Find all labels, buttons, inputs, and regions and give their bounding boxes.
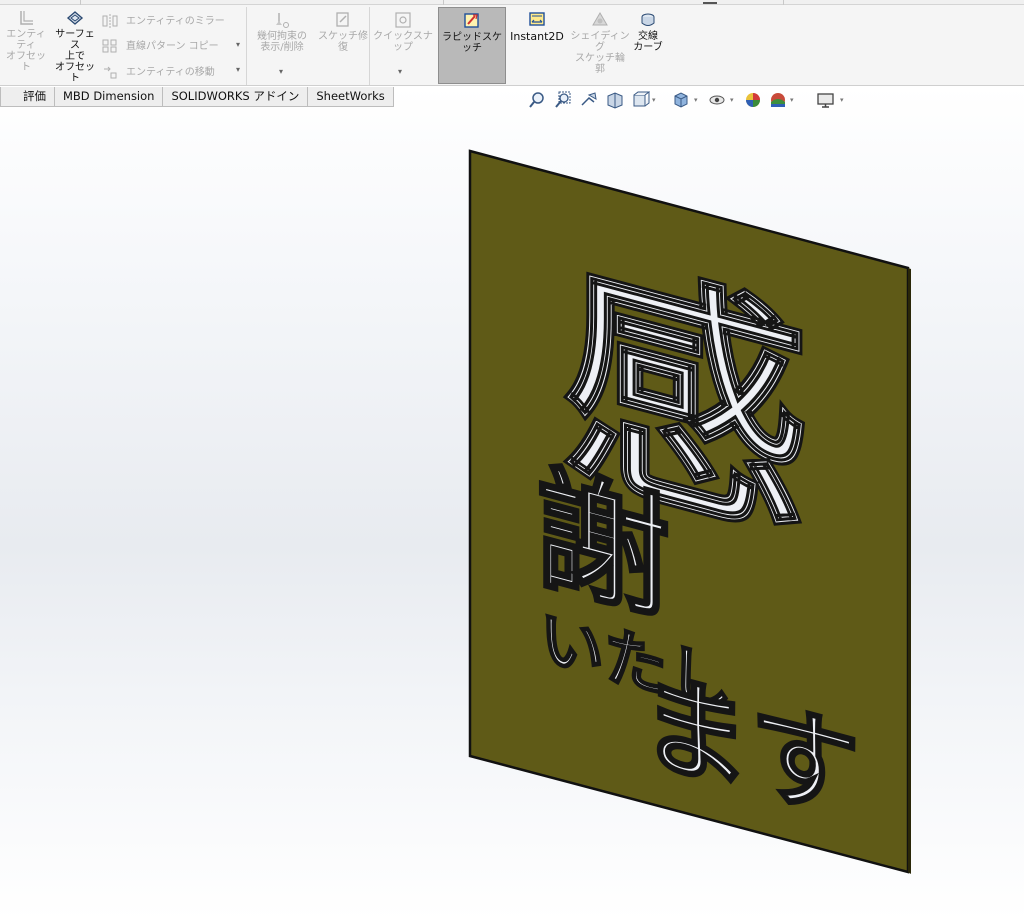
display-style-icon[interactable] xyxy=(672,91,690,109)
group-separator xyxy=(369,7,370,85)
rapid-sketch-button[interactable]: ラピッドスケッチ xyxy=(438,7,506,84)
offset-entities-label-1: エンティティ xyxy=(6,29,46,51)
intersection-curve-button[interactable]: 交線 カーブ xyxy=(630,11,666,53)
instant2d-icon xyxy=(529,12,545,26)
offset-entities-icon xyxy=(20,11,33,25)
view-settings-dropdown[interactable]: ▾ xyxy=(840,96,844,104)
shaded-contours-label-3: 郭 xyxy=(595,64,605,75)
offset-on-surface-label-2: 上で xyxy=(65,51,85,62)
mirror-entities-label: エンティティのミラー xyxy=(126,16,225,27)
apply-scene-icon[interactable] xyxy=(768,91,788,109)
tab-evaluate[interactable]: 評価 xyxy=(0,87,55,107)
shaded-sketch-contours-button[interactable]: シェイディング スケッチ輪 郭 xyxy=(568,11,632,75)
zoom-to-area-icon[interactable] xyxy=(554,91,572,109)
intersection-curve-label-2: カーブ xyxy=(633,42,663,53)
plate-graphic: 感 謝 いたし ます xyxy=(468,149,911,874)
shaded-contours-icon xyxy=(592,12,608,26)
offset-entities-button[interactable]: エンティティ オフセット xyxy=(2,9,50,73)
tab-solidworks-addins[interactable]: SOLIDWORKS アドイン xyxy=(163,87,309,107)
repair-sketch-button[interactable]: スケッチ修 復 xyxy=(318,11,368,53)
shaded-contours-label-1: シェイディング xyxy=(570,31,630,53)
rapid-sketch-label: ラピッドスケッチ xyxy=(442,32,502,54)
quick-snaps-button[interactable]: クイックスナップ xyxy=(372,11,434,53)
mirror-entities-button[interactable]: エンティティのミラー xyxy=(102,12,225,28)
heads-up-view-toolbar: ▾ ▾ ▾ ▾ ▾ xyxy=(528,91,848,111)
view-orientation-icon[interactable] xyxy=(632,91,650,109)
hide-show-dropdown[interactable]: ▾ xyxy=(730,96,734,104)
display-delete-relations-button[interactable]: 幾何拘束の 表示/削除 xyxy=(250,11,314,53)
repair-sketch-label-2: 復 xyxy=(338,42,348,53)
instant2d-label: Instant2D xyxy=(510,30,564,43)
quick-snaps-label: クイックスナップ xyxy=(373,31,433,53)
apply-scene-dropdown[interactable]: ▾ xyxy=(790,96,794,104)
previous-view-icon[interactable] xyxy=(580,91,598,109)
offset-entities-label-2: オフセット xyxy=(6,51,46,73)
offset-on-surface-label-1: サーフェス xyxy=(55,29,95,51)
group-separator xyxy=(246,7,247,85)
view-orientation-dropdown[interactable]: ▾ xyxy=(652,96,656,104)
view-settings-icon[interactable] xyxy=(816,91,836,109)
zoom-to-fit-icon[interactable] xyxy=(528,91,546,109)
repair-sketch-icon xyxy=(336,12,349,27)
linear-pattern-icon xyxy=(102,39,117,53)
display-style-dropdown[interactable]: ▾ xyxy=(694,96,698,104)
repair-sketch-label-1: スケッチ修 xyxy=(318,31,368,42)
move-entities-icon xyxy=(104,66,117,79)
intersection-curve-label-1: 交線 xyxy=(638,31,658,42)
relations-dropdown[interactable]: ▾ xyxy=(279,67,283,76)
model-3d-plate[interactable]: 感 謝 いたし ます xyxy=(460,145,920,880)
relations-icon xyxy=(276,13,289,28)
tab-mbd-dimension[interactable]: MBD Dimension xyxy=(55,87,164,107)
offset-on-surface-label-3: オフセット xyxy=(55,62,95,84)
quick-snaps-dropdown[interactable]: ▾ xyxy=(398,67,402,76)
section-view-icon[interactable] xyxy=(606,91,624,109)
mirror-icon xyxy=(102,14,118,28)
relations-label-2: 表示/削除 xyxy=(260,42,304,53)
linear-pattern-dropdown[interactable]: ▾ xyxy=(236,40,240,49)
relations-label-1: 幾何拘束の xyxy=(257,31,307,42)
quick-snaps-icon xyxy=(395,12,411,28)
offset-on-surface-button[interactable]: サーフェス 上で オフセット xyxy=(52,9,98,84)
linear-pattern-button[interactable]: 直線パターン コピー xyxy=(102,37,219,53)
intersection-curve-icon xyxy=(641,13,655,26)
edit-appearance-icon[interactable] xyxy=(744,91,764,109)
move-entities-button[interactable]: エンティティの移動 xyxy=(102,63,215,79)
offset-on-surface-icon xyxy=(66,11,84,25)
instant2d-button[interactable]: Instant2D xyxy=(508,11,566,42)
rapid-sketch-icon xyxy=(464,13,479,28)
move-entities-dropdown[interactable]: ▾ xyxy=(236,65,240,74)
hide-show-items-icon[interactable] xyxy=(708,91,726,109)
command-manager-ribbon: エンティティ オフセット サーフェス 上で オフセット エンティティのミラー 直… xyxy=(0,5,1024,86)
command-manager-tabs: 評価 MBD Dimension SOLIDWORKS アドイン SheetWo… xyxy=(0,87,394,107)
tab-sheetworks[interactable]: SheetWorks xyxy=(308,87,394,107)
shaded-contours-label-2: スケッチ輪 xyxy=(575,53,625,64)
strip-indicator xyxy=(703,2,717,4)
linear-pattern-label: 直線パターン コピー xyxy=(126,41,219,52)
move-entities-label: エンティティの移動 xyxy=(126,67,215,78)
